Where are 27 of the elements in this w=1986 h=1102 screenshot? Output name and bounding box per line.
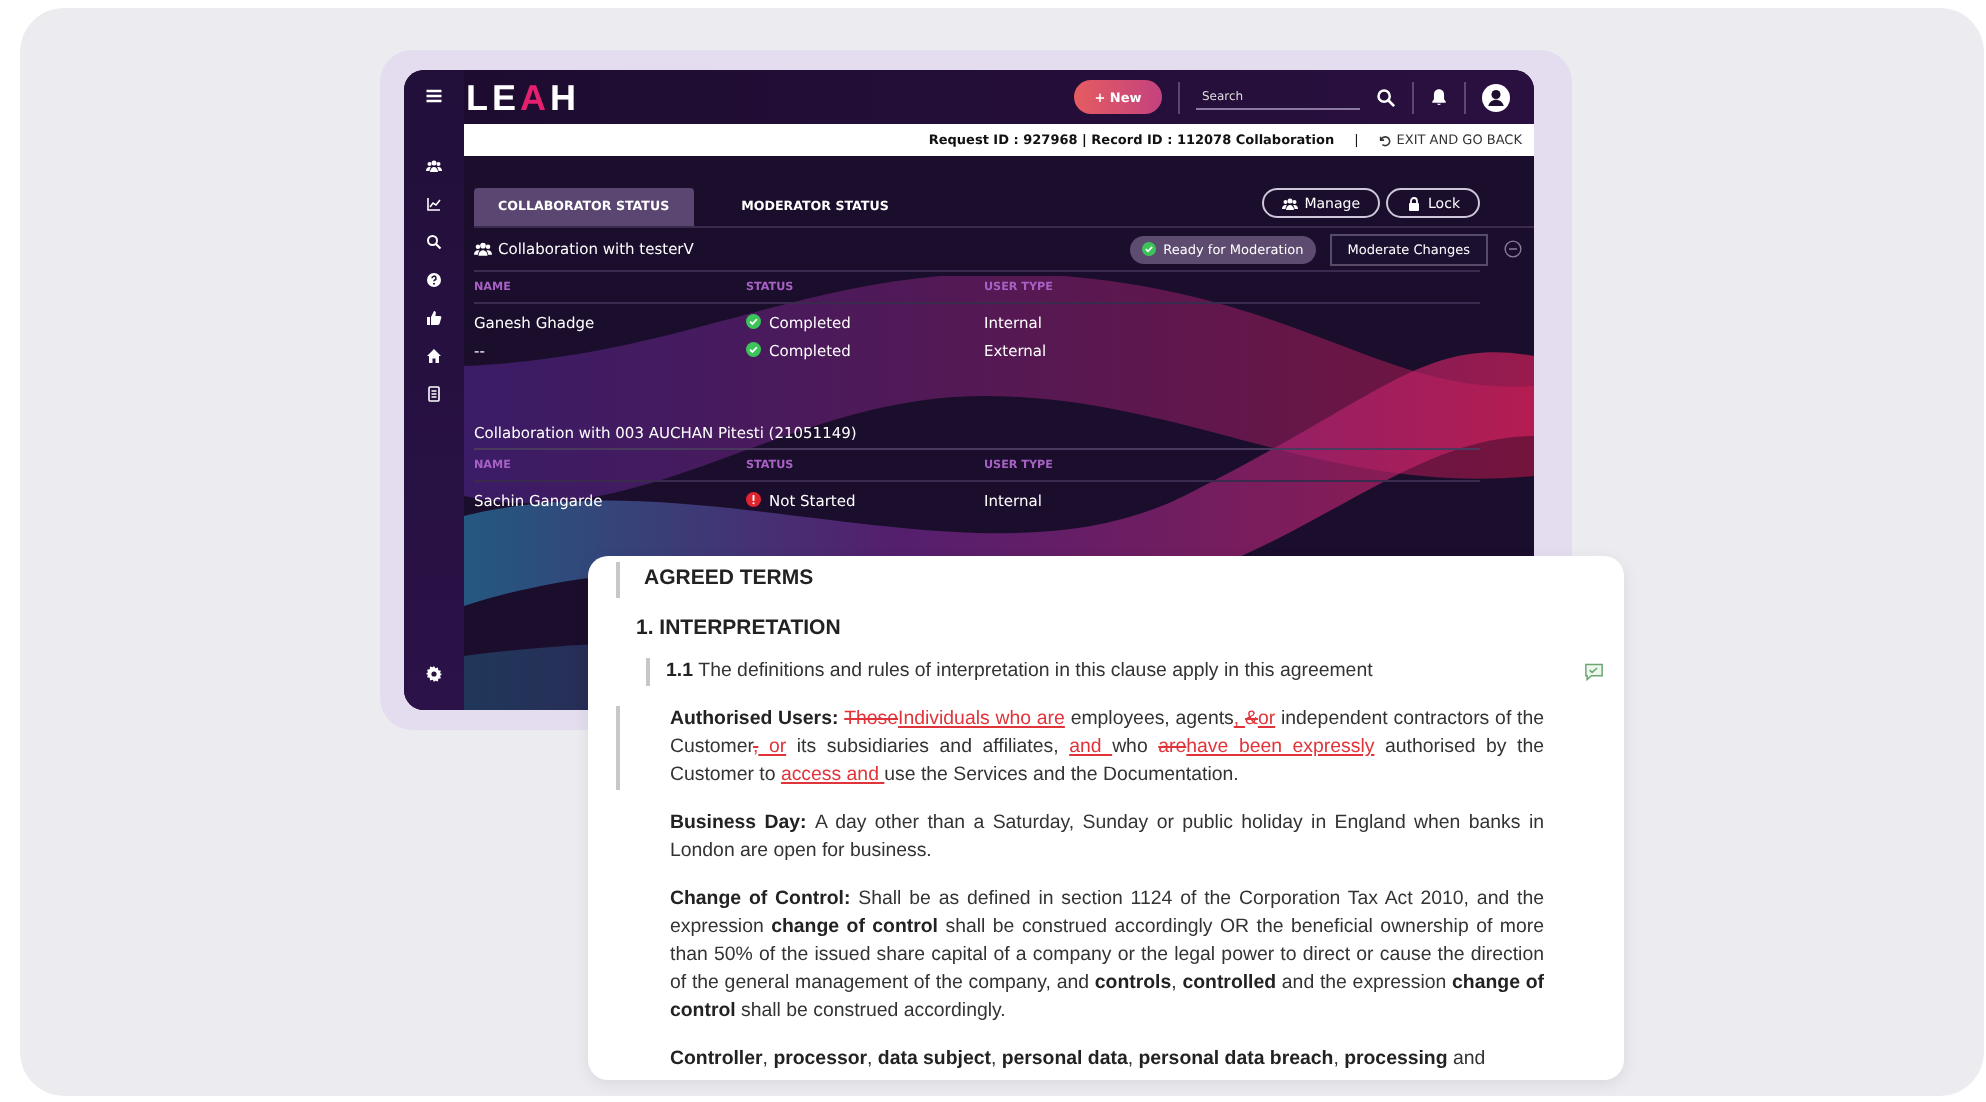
search-icon[interactable] bbox=[1376, 87, 1396, 107]
chart-icon[interactable] bbox=[426, 196, 442, 212]
definition-text: Authorised Users: ThoseIndividuals who are employees, agents, &or independent contractors of the Customer, or its subsidiaries and affiliates, and who arehave been expressly authorised by the Customer to access and use the Services and the Documentation. bbox=[668, 706, 1544, 790]
collapse-icon[interactable] bbox=[1504, 240, 1522, 258]
notification-bell-icon[interactable] bbox=[1430, 88, 1448, 106]
undo-icon bbox=[1378, 133, 1393, 147]
search-icon[interactable] bbox=[426, 234, 442, 250]
lock-icon bbox=[1406, 195, 1423, 211]
team-icon[interactable] bbox=[426, 158, 442, 174]
menu-icon[interactable] bbox=[424, 86, 444, 106]
section-heading: 1. INTERPRETATION bbox=[636, 616, 843, 640]
home-icon[interactable] bbox=[426, 348, 442, 364]
leah-logo: LEAH bbox=[466, 79, 581, 115]
clause-text: 1.1 The definitions and rules of interpretation in this clause apply in this agreement bbox=[664, 658, 1375, 686]
comment-icon[interactable] bbox=[1584, 662, 1604, 682]
document-icon[interactable] bbox=[426, 386, 442, 402]
team-icon bbox=[474, 240, 492, 258]
check-icon bbox=[1141, 242, 1156, 256]
thumbs-up-icon[interactable] bbox=[426, 310, 442, 326]
user-avatar-icon[interactable] bbox=[1482, 83, 1510, 111]
definition-text: Controller, processor, data subject, personal data, personal data breach, processing and bbox=[668, 1046, 1488, 1074]
settings-icon[interactable] bbox=[426, 666, 442, 682]
help-icon[interactable] bbox=[426, 272, 442, 288]
definition-text: Business Day: A day other than a Saturday, Sunday or public holiday in England when banks in London are open for business. bbox=[668, 810, 1544, 866]
document-heading: AGREED TERMS bbox=[616, 562, 1544, 598]
team-icon bbox=[1282, 195, 1299, 211]
definition-text: Change of Control: Shall be as defined in section 1124 of the Corporation Tax Act 2010, and the expression change of control shall be construed accordingly OR the beneficial ownership of more than 50% of the issued share capital of a company or the legal power to direct or cause the direction of the general management of the company, and controls, controlled and the expression change of control shall be construed accordingly. bbox=[668, 886, 1544, 1026]
